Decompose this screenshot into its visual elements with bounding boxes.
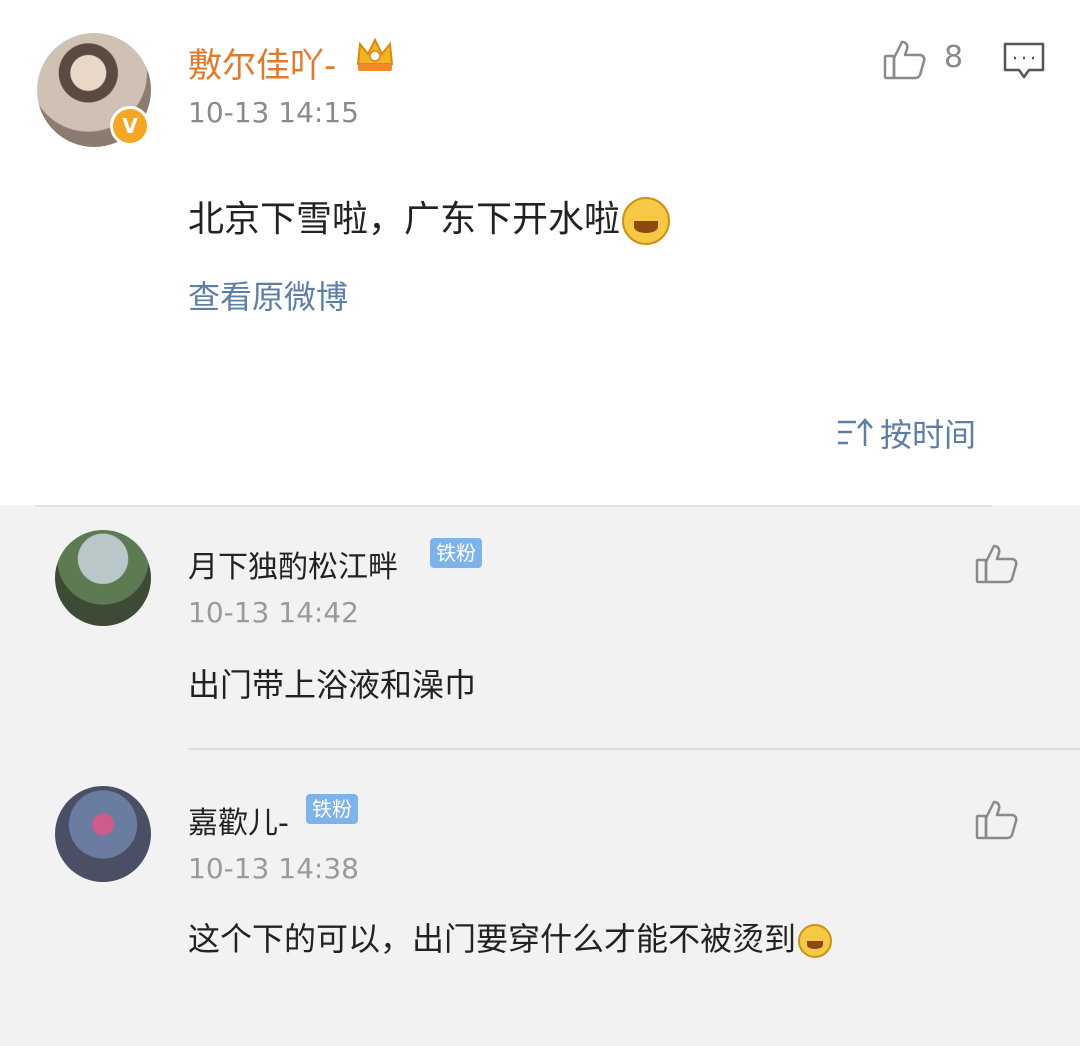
sort-label: 按时间 bbox=[880, 416, 977, 454]
weibo-post: V 敷尔佳吖- 10-13 14:15 8 北京下雪啦，广东下开水啦 查看原微博… bbox=[0, 0, 1080, 505]
post-time: 10-13 14:15 bbox=[188, 96, 359, 129]
comment-author-name[interactable]: 嘉歡儿- bbox=[188, 798, 289, 842]
comment-time: 10-13 14:38 bbox=[188, 852, 359, 885]
sort-icon bbox=[838, 418, 873, 446]
sort-by-time-button[interactable]: 按时间 bbox=[836, 410, 976, 456]
comment-time: 10-13 14:42 bbox=[188, 596, 359, 629]
thumbs-up-icon[interactable] bbox=[974, 540, 1020, 586]
post-body: 北京下雪啦，广东下开水啦 bbox=[188, 190, 671, 245]
laugh-cry-emoji bbox=[622, 197, 671, 245]
comment-body: 这个下的可以，出门要穿什么才能不被烫到 bbox=[188, 914, 833, 960]
fan-badge: 铁粉 bbox=[430, 538, 482, 568]
thumbs-up-icon[interactable] bbox=[974, 796, 1020, 842]
comment-icon[interactable] bbox=[1002, 40, 1046, 82]
thumbs-up-icon[interactable] bbox=[882, 36, 928, 82]
divider bbox=[188, 748, 1080, 750]
crown-icon bbox=[356, 37, 394, 71]
comment-avatar[interactable] bbox=[55, 530, 151, 626]
post-author-name[interactable]: 敷尔佳吖- bbox=[188, 38, 336, 87]
divider bbox=[35, 505, 992, 507]
comment-text: 这个下的可以，出门要穿什么才能不被烫到 bbox=[188, 920, 797, 958]
fan-badge: 铁粉 bbox=[306, 794, 358, 824]
post-text: 北京下雪啦，广东下开水啦 bbox=[188, 199, 621, 240]
comment-avatar[interactable] bbox=[55, 786, 151, 882]
comment-author-name[interactable]: 月下独酌松江畔 bbox=[188, 542, 398, 586]
comment-text: 出门带上浴液和澡巾 bbox=[188, 666, 477, 704]
like-count: 8 bbox=[944, 40, 964, 75]
view-original-link[interactable]: 查看原微博 bbox=[188, 272, 348, 318]
verified-badge: V bbox=[110, 106, 150, 146]
laugh-emoji bbox=[798, 924, 833, 958]
